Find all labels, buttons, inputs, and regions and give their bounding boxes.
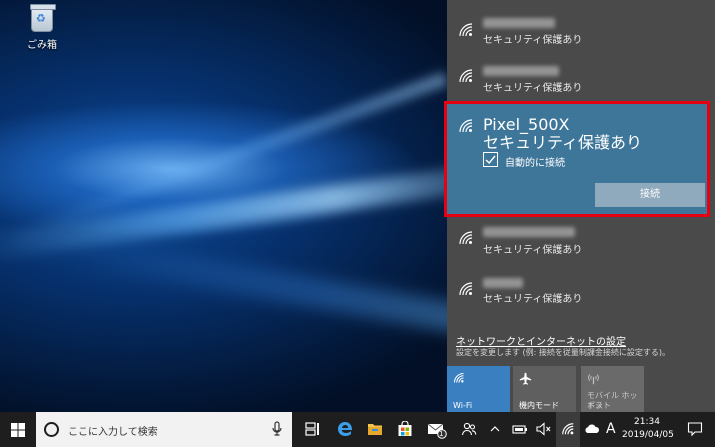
tile-label: ポット xyxy=(587,401,611,410)
taskbar: ここに入力して検索 1 A 21:34 2019/04/05 xyxy=(0,412,715,447)
edge-button[interactable] xyxy=(330,412,360,447)
start-button[interactable] xyxy=(0,412,36,447)
file-explorer-button[interactable] xyxy=(360,412,390,447)
windows-logo-icon xyxy=(11,423,25,437)
volume-muted-icon xyxy=(536,422,551,436)
network-name-redacted xyxy=(483,18,555,28)
people-button[interactable] xyxy=(454,412,484,447)
task-view-button[interactable] xyxy=(298,412,328,447)
network-tray-button[interactable] xyxy=(556,412,580,447)
show-hidden-icons-button[interactable] xyxy=(484,412,506,447)
network-security: セキュリティ保護あり xyxy=(483,35,583,46)
recycle-bin-icon: ♻ xyxy=(30,4,56,32)
network-settings-link[interactable]: ネットワークとインターネットの設定 xyxy=(456,333,626,348)
chevron-up-icon xyxy=(490,426,500,432)
tile-label: 機内モード xyxy=(519,401,559,410)
people-icon xyxy=(461,422,477,436)
wallpaper-light-beam xyxy=(60,233,447,337)
connect-button[interactable]: 接続 xyxy=(595,183,705,207)
airplane-mode-tile[interactable]: 機内モード xyxy=(513,366,576,413)
ime-mode-indicator[interactable]: A xyxy=(606,421,616,437)
store-icon xyxy=(398,421,412,436)
notification-icon xyxy=(687,422,703,437)
clock-date: 2019/04/05 xyxy=(622,430,674,440)
wifi-icon xyxy=(459,231,473,245)
recycle-bin-label: ごみ箱 xyxy=(27,40,57,51)
action-center-button[interactable] xyxy=(680,412,710,447)
search-box[interactable]: ここに入力して検索 xyxy=(36,412,292,447)
wifi-icon xyxy=(453,372,464,383)
network-security: セキュリティ保護あり xyxy=(483,245,583,256)
network-item[interactable]: セキュリティ保護あり xyxy=(447,62,715,104)
wifi-icon xyxy=(459,69,473,83)
network-security: セキュリティ保護あり xyxy=(483,83,583,94)
tile-label: Wi-Fi xyxy=(453,401,473,410)
mail-icon xyxy=(427,423,447,439)
wifi-icon xyxy=(562,423,574,435)
wifi-icon xyxy=(459,23,473,37)
task-view-icon xyxy=(305,422,319,436)
clock-time: 21:34 xyxy=(634,417,660,427)
network-name-redacted xyxy=(483,278,523,288)
network-name-redacted xyxy=(483,66,559,76)
store-button[interactable] xyxy=(390,412,420,447)
checkmark-icon xyxy=(485,155,496,165)
network-item[interactable]: セキュリティ保護あり xyxy=(447,274,715,316)
edge-icon xyxy=(338,422,353,436)
wifi-icon xyxy=(459,282,473,296)
desktop: ♻ ごみ箱 xyxy=(0,0,447,412)
wifi-toggle-tile[interactable]: Wi-Fi xyxy=(447,366,510,413)
clock[interactable]: 21:34 2019/04/05 xyxy=(622,416,674,442)
folder-icon xyxy=(368,424,382,435)
hotspot-icon xyxy=(588,374,599,385)
volume-button[interactable] xyxy=(532,412,556,447)
network-item[interactable]: セキュリティ保護あり xyxy=(447,224,715,266)
mobile-hotspot-tile[interactable]: モバイル ホットス ポット xyxy=(581,366,644,413)
battery-icon xyxy=(512,425,527,434)
network-settings-description: 設定を変更します (例: 接続を従量制課金接続に設定する)。 xyxy=(456,348,671,357)
airplane-icon xyxy=(519,372,532,385)
network-name-redacted xyxy=(483,227,575,237)
network-item[interactable]: セキュリティ保護あり xyxy=(447,10,715,52)
microphone-icon[interactable] xyxy=(272,421,282,437)
auto-connect-label: 自動的に接続 xyxy=(505,158,565,169)
cloud-icon xyxy=(585,424,600,433)
cortana-icon xyxy=(44,422,59,437)
network-security: セキュリティ保護あり xyxy=(483,294,583,305)
mail-button[interactable]: 1 xyxy=(420,412,450,447)
onedrive-button[interactable] xyxy=(580,412,604,447)
auto-connect-checkbox[interactable] xyxy=(483,152,498,167)
battery-button[interactable] xyxy=(508,412,532,447)
mail-badge: 1 xyxy=(439,430,444,438)
search-placeholder: ここに入力して検索 xyxy=(68,427,158,438)
recycle-bin[interactable]: ♻ ごみ箱 xyxy=(22,4,62,51)
